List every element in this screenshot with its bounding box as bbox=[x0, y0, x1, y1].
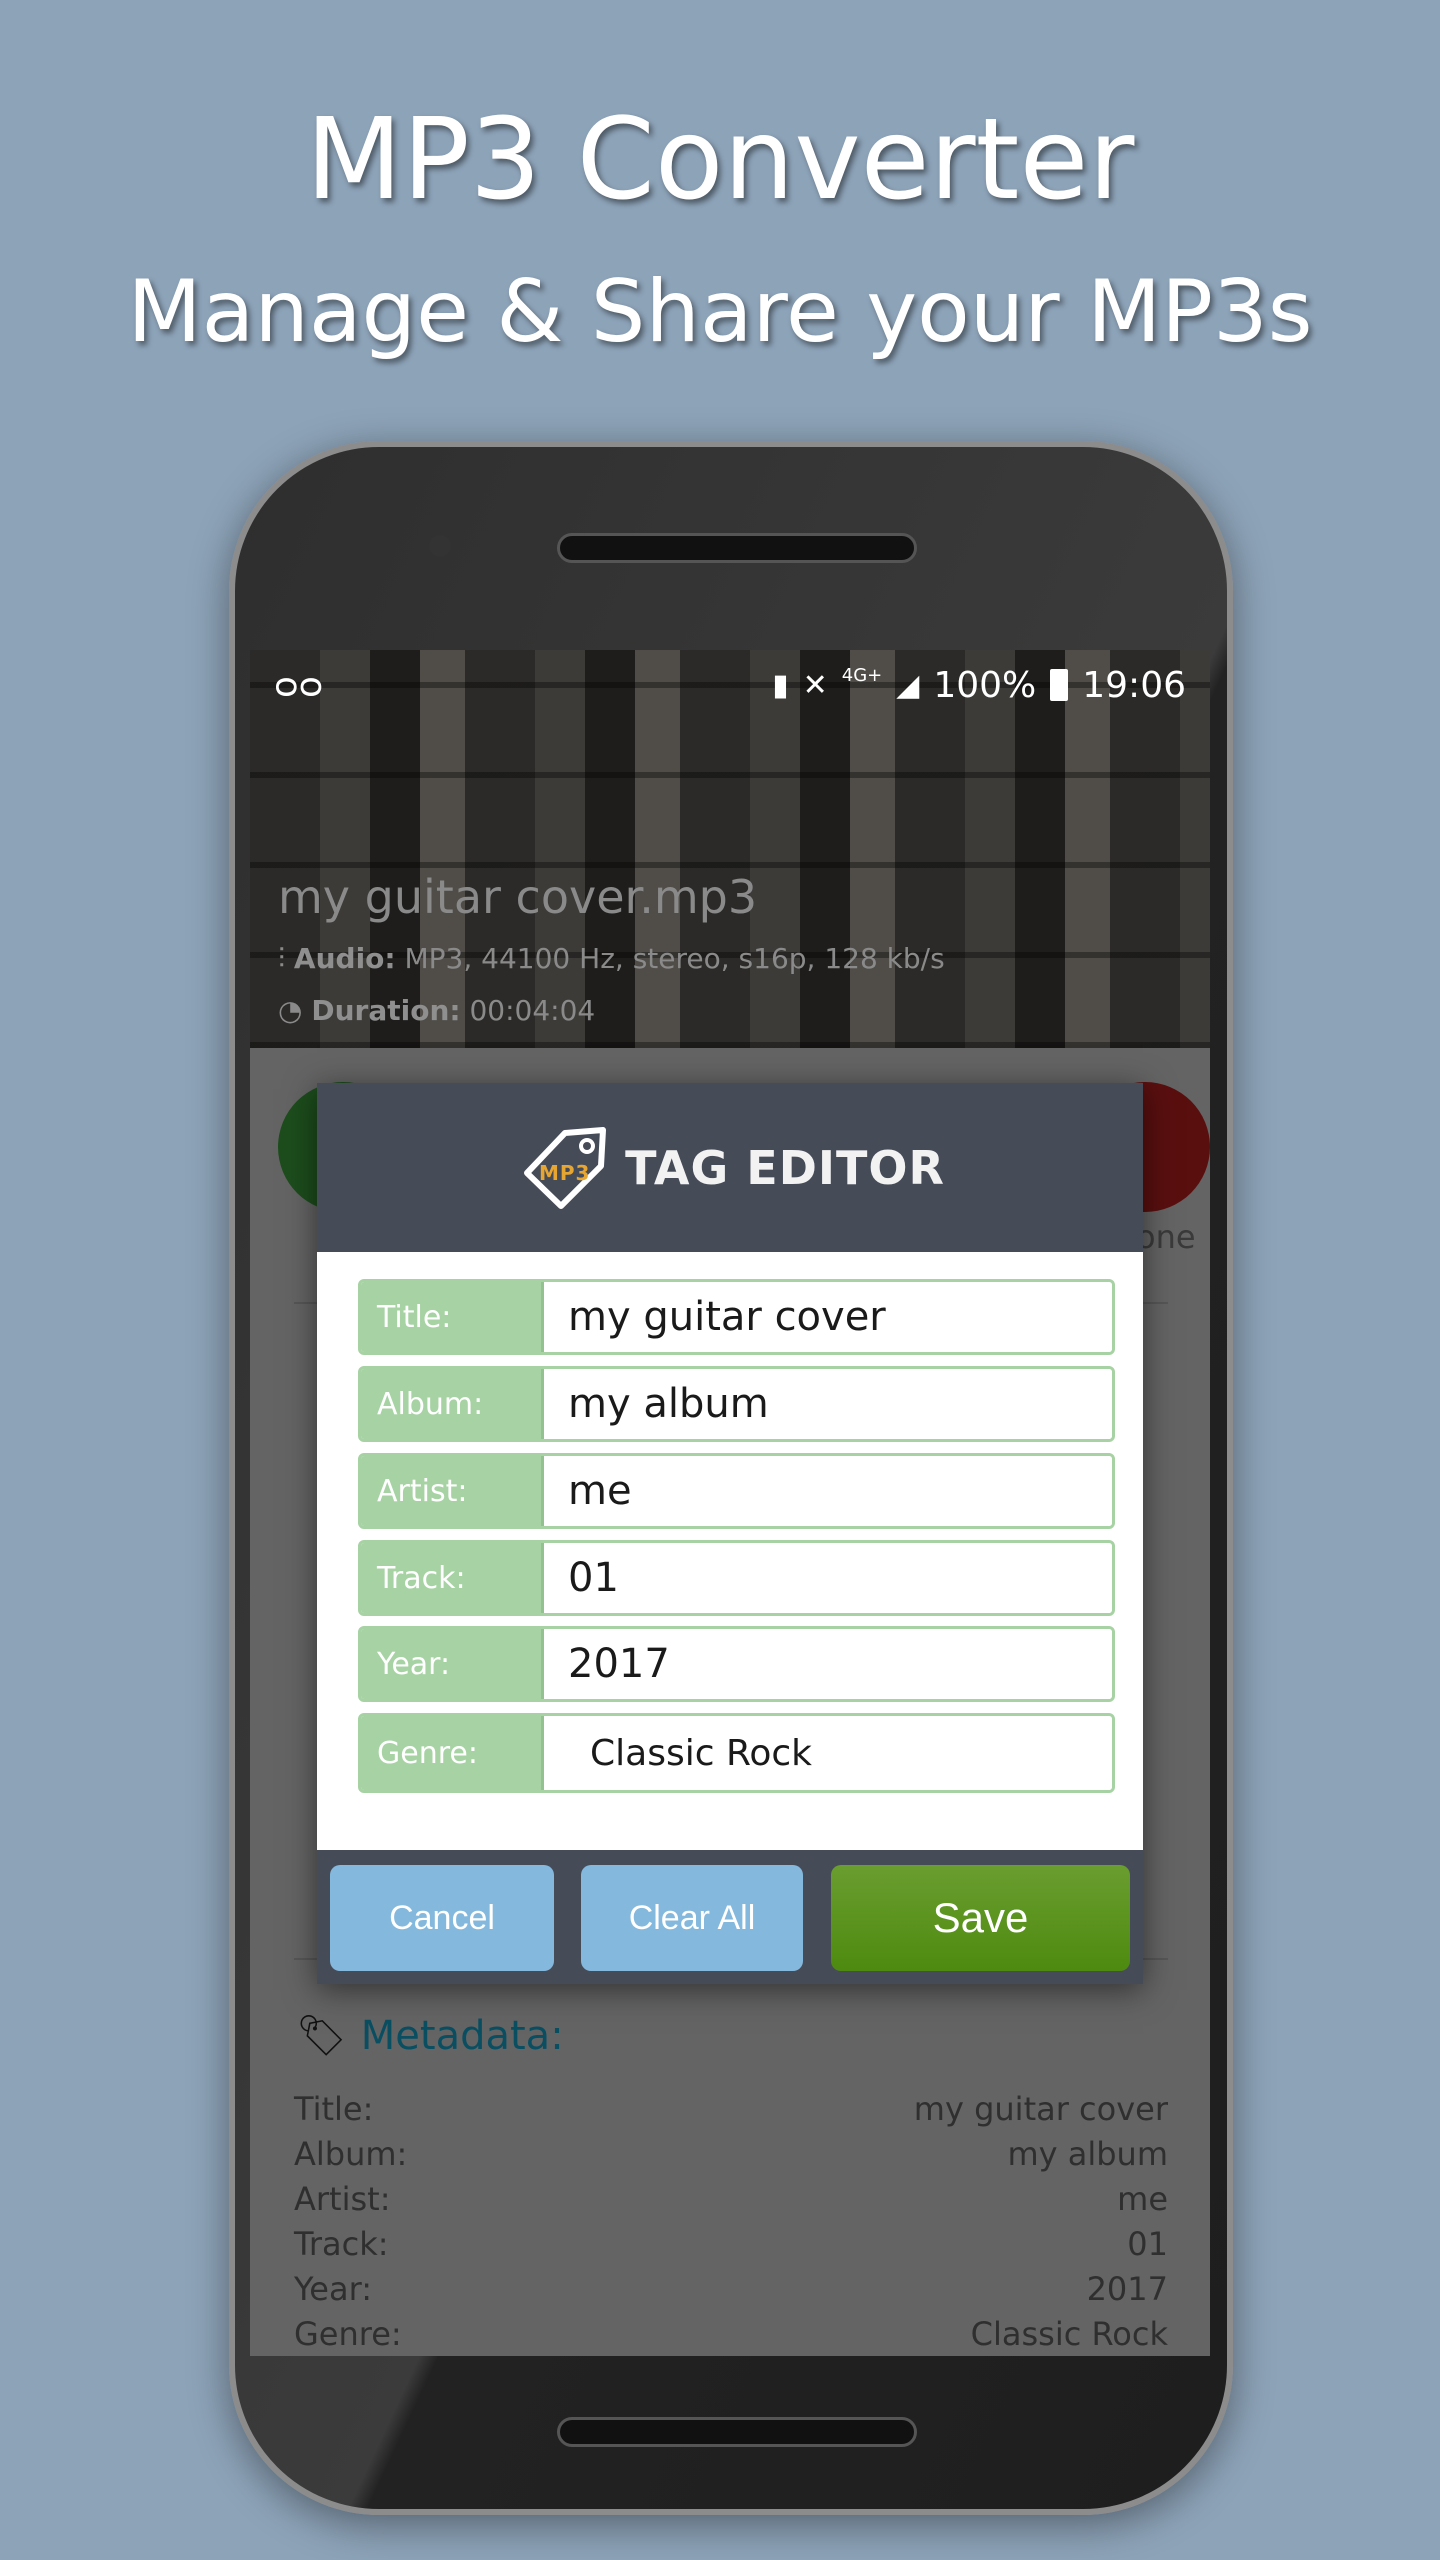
metadata-row: Genre: Classic Rock bbox=[294, 2315, 1168, 2353]
clock: 19:06 bbox=[1082, 664, 1186, 706]
promo-subtitle: Manage & Share your MP3s bbox=[127, 262, 1313, 362]
artist-input[interactable] bbox=[544, 1456, 1112, 1526]
battery-percent: 100% bbox=[933, 664, 1037, 706]
dialog-header: MP3 TAG EDITOR bbox=[317, 1083, 1143, 1252]
duration-info: ◔ Duration: 00:04:04 bbox=[278, 994, 596, 1027]
genre-select[interactable]: Classic Rock bbox=[544, 1716, 1112, 1790]
bottom-speaker bbox=[557, 2417, 917, 2447]
dialog-body: Title: Album: Artist: Track: Year: Genre… bbox=[317, 1252, 1143, 1850]
tag-editor-dialog: MP3 TAG EDITOR Title: Album: Artist: Tra… bbox=[317, 1083, 1143, 1984]
clear-all-button[interactable]: Clear All bbox=[581, 1865, 803, 1971]
track-input[interactable] bbox=[544, 1543, 1112, 1613]
mp3-tag-logo-icon: MP3 bbox=[524, 1126, 607, 1209]
album-field: Album: bbox=[358, 1366, 1115, 1442]
metadata-row: Artist: me bbox=[294, 2180, 1168, 2218]
status-bar: ᴑᴑ ▮ ✕ 4G+ ◢ 100% 19:06 bbox=[274, 660, 1186, 710]
genre-field: Genre: Classic Rock bbox=[358, 1713, 1115, 1793]
tag-icon: 🏷 bbox=[296, 2013, 347, 2059]
mute-vibrate-icon: ✕ bbox=[802, 667, 828, 703]
svg-text:MP3: MP3 bbox=[539, 1161, 590, 1185]
dialog-title: TAG EDITOR bbox=[625, 1140, 945, 1195]
cancel-button[interactable]: Cancel bbox=[330, 1865, 554, 1971]
front-camera bbox=[429, 535, 451, 557]
voicemail-icon: ᴑᴑ bbox=[274, 664, 324, 706]
metadata-row: Track: 01 bbox=[294, 2225, 1168, 2263]
audio-info: ⫶ Audio: MP3, 44100 Hz, stereo, s16p, 12… bbox=[278, 942, 945, 975]
header-image: ᴑᴑ ▮ ✕ 4G+ ◢ 100% 19:06 my guitar cover.… bbox=[250, 650, 1210, 1048]
promo-title: MP3 Converter bbox=[305, 95, 1135, 225]
track-field: Track: bbox=[358, 1540, 1115, 1616]
metadata-row: Album: my album bbox=[294, 2135, 1168, 2173]
battery-saver-icon: ▮ bbox=[772, 667, 789, 703]
signal-icon: ◢ bbox=[896, 667, 920, 703]
title-input[interactable] bbox=[544, 1282, 1112, 1352]
save-button[interactable]: Save bbox=[831, 1865, 1130, 1971]
artist-field: Artist: bbox=[358, 1453, 1115, 1529]
metadata-row: Title: my guitar cover bbox=[294, 2090, 1168, 2128]
action-label-fragment: one bbox=[1136, 1218, 1196, 1256]
network-type: 4G+ bbox=[841, 664, 883, 686]
waveform-icon: ⫶ bbox=[278, 942, 286, 975]
year-input[interactable] bbox=[544, 1629, 1112, 1699]
title-field: Title: bbox=[358, 1279, 1115, 1355]
album-input[interactable] bbox=[544, 1369, 1112, 1439]
metadata-row: Year: 2017 bbox=[294, 2270, 1168, 2308]
metadata-heading: 🏷 Metadata: bbox=[296, 2012, 564, 2060]
earpiece-speaker bbox=[557, 533, 917, 563]
file-name: my guitar cover.mp3 bbox=[278, 870, 758, 924]
battery-icon bbox=[1050, 669, 1069, 701]
year-field: Year: bbox=[358, 1626, 1115, 1702]
clock-icon: ◔ bbox=[278, 994, 303, 1027]
